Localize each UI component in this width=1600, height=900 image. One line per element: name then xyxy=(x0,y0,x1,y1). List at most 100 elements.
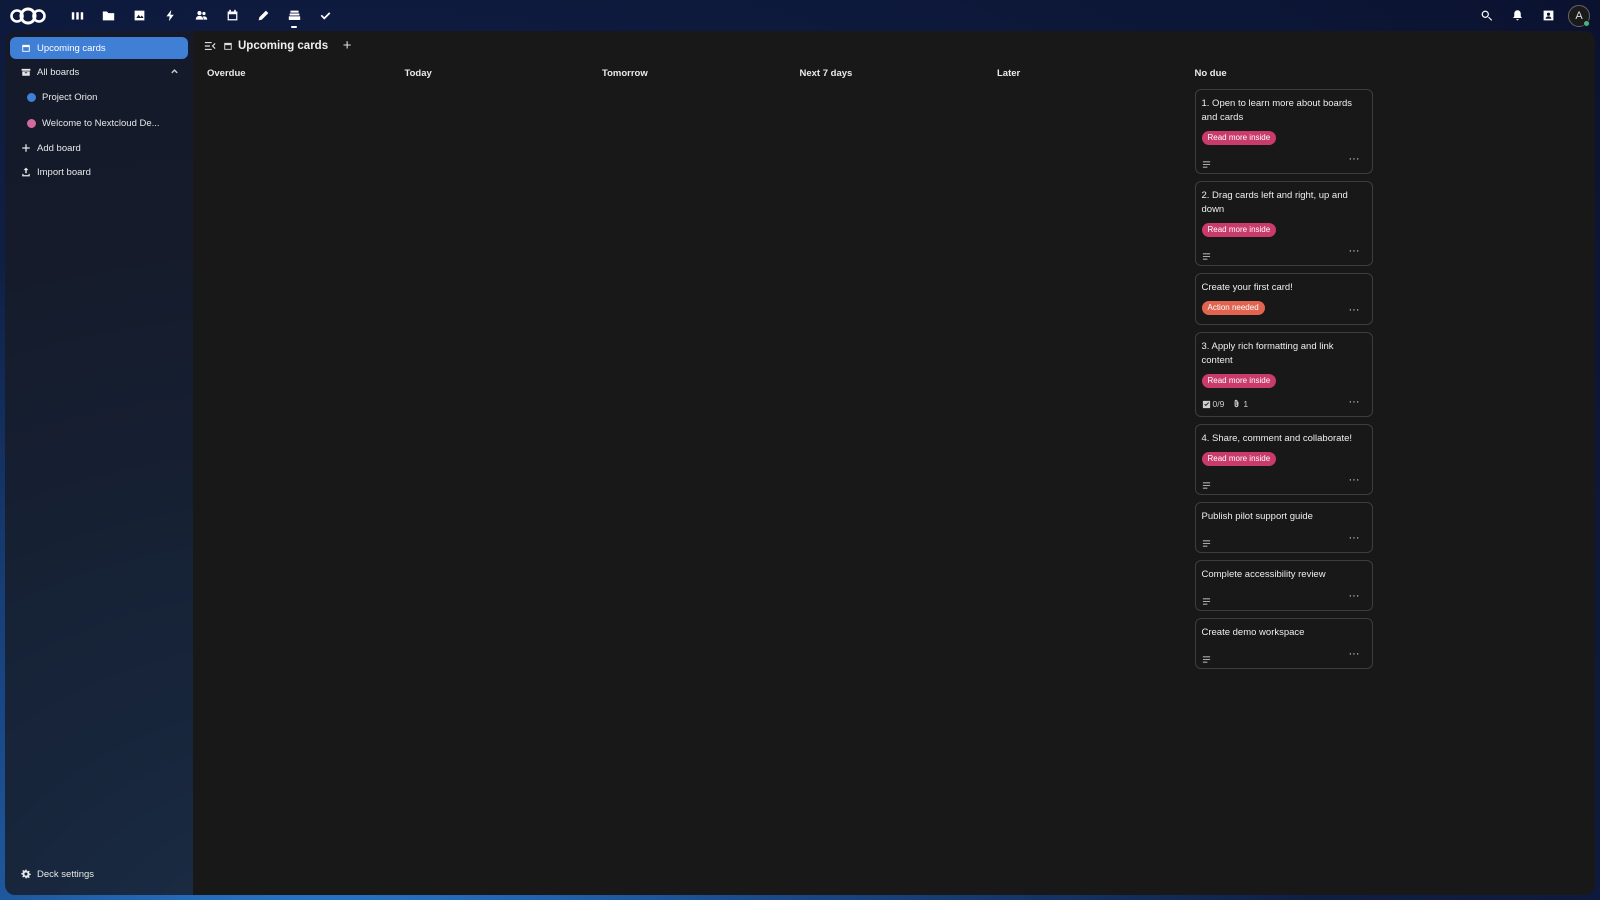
top-right-controls: A xyxy=(1471,0,1590,31)
contacts-menu-icon[interactable] xyxy=(1533,0,1564,31)
files-icon[interactable] xyxy=(93,0,124,31)
board-name: Welcome to Nextcloud De... xyxy=(42,117,160,129)
card-menu-icon[interactable]: ··· xyxy=(1349,305,1360,316)
card-title: Complete accessibility review xyxy=(1201,569,1326,580)
description-icon xyxy=(1202,248,1212,260)
card[interactable]: Complete accessibility review ··· xyxy=(1194,560,1373,611)
attachment-count: 1 xyxy=(1243,399,1249,409)
description-icon xyxy=(1202,651,1212,663)
description-icon xyxy=(1202,535,1212,547)
columns: Overdue Today Tomorrow Next 7 days Later… xyxy=(193,61,1595,676)
card[interactable]: 1. Open to learn more about boards and c… xyxy=(1194,89,1373,174)
nav-label: Add board xyxy=(37,142,81,154)
deck-icon[interactable] xyxy=(279,0,310,31)
board-color-dot-icon xyxy=(27,118,36,128)
main-header: Upcoming cards + xyxy=(193,31,1595,61)
description-icon xyxy=(1202,593,1212,605)
board-color-dot-icon xyxy=(27,92,36,102)
board-item-project-orion[interactable]: Project Orion xyxy=(10,85,188,109)
calendar-icon[interactable] xyxy=(217,0,248,31)
nav-upcoming-cards[interactable]: Upcoming cards xyxy=(10,37,188,59)
column-title: Next 7 days xyxy=(799,67,853,79)
nav-import-board[interactable]: Import board xyxy=(10,161,188,183)
dashboard-icon[interactable] xyxy=(62,0,93,31)
card-title: Publish pilot support guide xyxy=(1201,511,1313,522)
column-title: Later xyxy=(997,67,1021,79)
card-title: Create demo workspace xyxy=(1201,627,1305,638)
app-menu xyxy=(62,0,341,31)
card-label: Read more inside xyxy=(1201,374,1277,388)
card-label: Action needed xyxy=(1201,301,1265,315)
column-no-due: No due 1. Open to learn more about board… xyxy=(1194,61,1393,676)
checklist-badge: 0/9 xyxy=(1202,399,1225,409)
add-card-button[interactable]: + xyxy=(340,38,354,53)
user-avatar[interactable]: A xyxy=(1568,4,1590,27)
top-bar: A xyxy=(0,0,1600,31)
activity-icon[interactable] xyxy=(155,0,186,31)
card[interactable]: 2. Drag cards left and right, up and dow… xyxy=(1194,181,1373,266)
card-title: 3. Apply rich formatting and link conten… xyxy=(1201,341,1334,366)
card-label: Read more inside xyxy=(1201,131,1277,145)
card-footer: ··· xyxy=(1202,532,1366,548)
attachment-badge: 1 xyxy=(1232,399,1248,410)
card-menu-icon[interactable]: ··· xyxy=(1349,246,1360,257)
card-footer: ··· xyxy=(1202,153,1366,169)
main-content: Upcoming cards + Overdue Today Tomorrow … xyxy=(193,31,1595,895)
card[interactable]: Publish pilot support guide ··· xyxy=(1194,502,1373,553)
checkbox-icon xyxy=(1202,400,1210,408)
chevron-up-icon[interactable] xyxy=(170,67,180,77)
board-item-welcome[interactable]: Welcome to Nextcloud De... xyxy=(10,111,188,135)
gear-icon xyxy=(20,869,31,880)
plus-icon xyxy=(20,143,31,154)
card-menu-icon[interactable]: ··· xyxy=(1349,533,1360,544)
tasks-icon[interactable] xyxy=(310,0,341,31)
card-title: 2. Drag cards left and right, up and dow… xyxy=(1201,190,1348,215)
photos-icon[interactable] xyxy=(124,0,155,31)
avatar-initial: A xyxy=(1575,9,1583,22)
search-icon[interactable] xyxy=(1471,0,1502,31)
checklist-count: 0/9 xyxy=(1212,399,1225,409)
notes-icon[interactable] xyxy=(248,0,279,31)
card-label: Read more inside xyxy=(1201,223,1277,237)
card-menu-icon[interactable]: ··· xyxy=(1349,649,1360,660)
card[interactable]: Create your first card! Action needed ··… xyxy=(1194,273,1373,325)
column-tomorrow: Tomorrow xyxy=(602,61,800,676)
nav-label: Import board xyxy=(37,166,91,178)
column-next-7-days: Next 7 days xyxy=(800,61,998,676)
description-icon xyxy=(1202,477,1212,489)
nav-label: Upcoming cards xyxy=(37,42,106,54)
calendar-icon xyxy=(223,41,234,52)
column-title: Overdue xyxy=(207,67,246,79)
description-icon xyxy=(1202,156,1212,168)
contacts-icon[interactable] xyxy=(186,0,217,31)
card[interactable]: 3. Apply rich formatting and link conten… xyxy=(1194,332,1373,417)
toggle-navigation-icon[interactable] xyxy=(203,39,217,53)
column-title: Today xyxy=(404,67,432,79)
upload-icon xyxy=(20,167,31,178)
paperclip-icon xyxy=(1234,399,1239,407)
page-title: Upcoming cards xyxy=(238,40,329,52)
card-title: Create your first card! xyxy=(1201,282,1293,293)
card[interactable]: Create demo workspace ··· xyxy=(1194,618,1373,669)
card-menu-icon[interactable]: ··· xyxy=(1349,154,1360,165)
column-title: No due xyxy=(1194,67,1227,79)
nav-deck-settings[interactable]: Deck settings xyxy=(10,863,188,885)
card-footer: ··· xyxy=(1202,245,1366,261)
column-today: Today xyxy=(405,61,603,676)
card-footer: 0/9 1 ··· xyxy=(1202,396,1366,412)
card-menu-icon[interactable]: ··· xyxy=(1349,591,1360,602)
nav-label: Deck settings xyxy=(37,868,95,880)
card-menu-icon[interactable]: ··· xyxy=(1349,397,1360,408)
online-status-icon xyxy=(1583,19,1590,27)
nav-all-boards[interactable]: All boards xyxy=(10,61,188,83)
card-footer: ··· xyxy=(1202,474,1366,490)
calendar-icon xyxy=(20,43,31,54)
archive-icon xyxy=(20,67,31,78)
card-footer: ··· xyxy=(1202,590,1366,606)
card-menu-icon[interactable]: ··· xyxy=(1349,475,1360,486)
card[interactable]: 4. Share, comment and collaborate! Read … xyxy=(1194,424,1373,495)
notifications-icon[interactable] xyxy=(1502,0,1533,31)
nextcloud-logo-icon[interactable] xyxy=(8,5,50,27)
nav-add-board[interactable]: Add board xyxy=(10,137,188,159)
nav-label: All boards xyxy=(37,66,80,78)
